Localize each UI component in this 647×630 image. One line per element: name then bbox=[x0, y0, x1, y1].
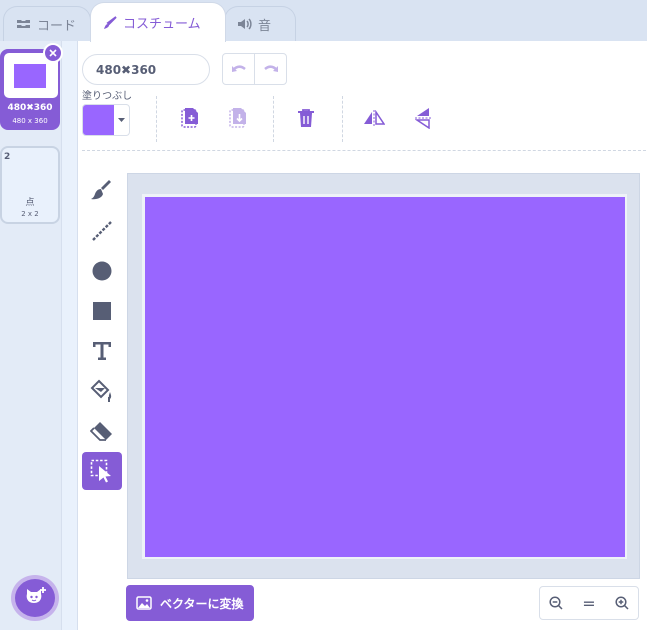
select-tool[interactable] bbox=[82, 452, 122, 490]
image-icon bbox=[136, 596, 152, 610]
flip-vertical-button[interactable] bbox=[410, 105, 436, 131]
rectangle-tool-icon bbox=[93, 302, 111, 320]
canvas-bitmap-fill bbox=[145, 197, 625, 557]
paste-icon bbox=[229, 108, 246, 128]
zoom-out-icon bbox=[549, 596, 563, 610]
speaker-icon bbox=[237, 18, 252, 30]
trash-icon bbox=[298, 109, 314, 127]
tab-bar: コード コスチューム 音 bbox=[0, 0, 647, 42]
costume-item-2[interactable]: 2 点 2 x 2 bbox=[0, 146, 60, 224]
redo-icon bbox=[263, 65, 278, 72]
costume-name: 480✖360 bbox=[7, 103, 53, 113]
copy-icon bbox=[181, 108, 198, 128]
divider bbox=[273, 96, 274, 142]
undo-button[interactable] bbox=[223, 54, 254, 84]
toolbar-divider bbox=[82, 150, 646, 151]
costume-size: 480 x 360 bbox=[12, 117, 48, 125]
fill-color-picker[interactable] bbox=[82, 104, 130, 136]
text-tool[interactable] bbox=[82, 332, 122, 370]
fill-tool[interactable] bbox=[82, 372, 122, 410]
tab-code-label: コード bbox=[37, 18, 77, 34]
tab-costume[interactable]: コスチューム bbox=[90, 2, 226, 42]
fill-label: 塗りつぶし bbox=[82, 91, 133, 102]
chevron-down-icon bbox=[114, 105, 129, 135]
divider bbox=[342, 96, 343, 142]
fill-color-swatch bbox=[83, 105, 114, 135]
line-tool-icon bbox=[92, 221, 112, 241]
copy-button[interactable] bbox=[177, 105, 203, 131]
flip-vertical-icon bbox=[415, 108, 431, 129]
text-tool-icon bbox=[93, 342, 111, 360]
convert-to-vector-label: ベクターに変換 bbox=[160, 596, 244, 611]
zoom-in-button[interactable] bbox=[605, 587, 638, 619]
flip-horizontal-icon bbox=[364, 110, 385, 126]
circle-tool-icon bbox=[92, 261, 112, 281]
add-costume-button[interactable] bbox=[11, 575, 59, 621]
flip-horizontal-button[interactable] bbox=[361, 105, 387, 131]
delete-costume-button[interactable] bbox=[43, 43, 63, 63]
costume-index: 2 bbox=[4, 152, 11, 162]
costume-list: 1 480✖360 480 x 360 2 点 2 x 2 bbox=[0, 41, 63, 630]
eraser-tool[interactable] bbox=[82, 412, 122, 450]
line-tool[interactable] bbox=[82, 212, 122, 250]
zoom-in-icon bbox=[615, 596, 629, 610]
costume-thumbnail-image bbox=[14, 64, 46, 88]
paintbrush-icon bbox=[103, 15, 117, 30]
tab-code[interactable]: コード bbox=[3, 6, 91, 41]
select-tool-icon bbox=[90, 459, 111, 483]
costume-name-input[interactable]: 480✖360 bbox=[82, 54, 210, 85]
costume-name: 点 bbox=[25, 198, 35, 208]
rectangle-tool[interactable] bbox=[82, 292, 122, 330]
paste-button[interactable] bbox=[225, 105, 251, 131]
paint-editor: 480✖360 塗りつぶし ベクターに変換 = bbox=[77, 41, 647, 630]
eraser-tool-icon bbox=[90, 422, 112, 441]
tab-sound[interactable]: 音 bbox=[224, 6, 296, 41]
tab-sound-label: 音 bbox=[258, 18, 272, 34]
convert-to-vector-button[interactable]: ベクターに変換 bbox=[126, 585, 254, 621]
zoom-out-button[interactable] bbox=[540, 587, 573, 619]
circle-tool[interactable] bbox=[82, 252, 122, 290]
close-icon bbox=[49, 49, 57, 57]
costume-index: 1 bbox=[4, 55, 11, 65]
delete-button[interactable] bbox=[293, 105, 319, 131]
undo-icon bbox=[231, 65, 246, 72]
undo-redo-group bbox=[222, 53, 287, 85]
brush-tool[interactable] bbox=[82, 172, 122, 210]
code-blocks-icon bbox=[16, 18, 31, 30]
tab-costume-label: コスチューム bbox=[123, 17, 201, 32]
zoom-reset-button[interactable]: = bbox=[573, 587, 606, 619]
divider bbox=[156, 96, 157, 142]
zoom-controls: = bbox=[539, 586, 639, 620]
redo-button[interactable] bbox=[254, 54, 286, 84]
fill-tool-icon bbox=[90, 379, 112, 402]
costume-size: 2 x 2 bbox=[21, 210, 39, 218]
paint-canvas[interactable] bbox=[127, 173, 640, 579]
brush-tool-icon bbox=[91, 180, 111, 200]
cat-add-icon bbox=[26, 587, 46, 603]
